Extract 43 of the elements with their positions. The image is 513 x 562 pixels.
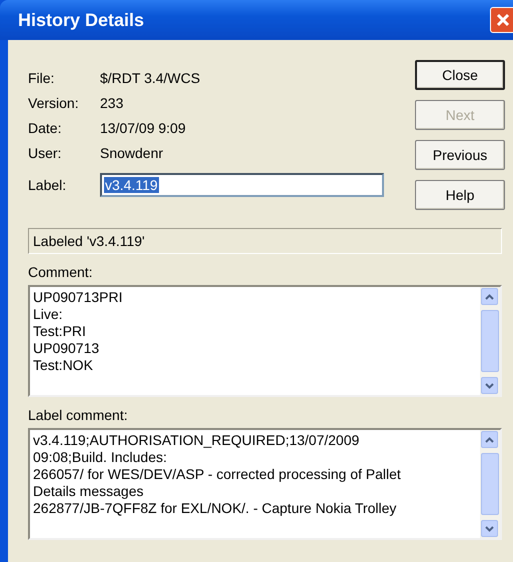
field-value: Snowdenr	[100, 145, 164, 161]
down-chevron-icon	[485, 526, 494, 532]
close-icon	[496, 13, 510, 27]
text-line: Test:NOK	[33, 357, 94, 374]
label-comment-box[interactable]: v3.4.119;AUTHORISATION_REQUIRED;13/07/2009 09:08;Build. Includes: 266057/ for WES/DEV/ASP - corrected processing of Pallet Details messages 262877/JB-7QFF8Z for EXL/NOK/. - Capture Nokia Trolley	[28, 428, 502, 540]
section-label: Label comment:	[28, 407, 129, 423]
up-chevron-icon	[485, 436, 494, 442]
down-chevron-icon	[485, 382, 494, 388]
up-chevron-icon	[485, 294, 494, 300]
field-label: User:	[28, 145, 62, 161]
text-line: 266057/ for WES/DEV/ASP - corrected processing of Pallet	[33, 466, 402, 483]
scroll-thumb[interactable]	[481, 453, 499, 515]
text-line: UP090713PRI	[33, 289, 124, 306]
dialog-button[interactable]: Help	[415, 180, 505, 210]
dialog-button[interactable]: Close	[415, 60, 505, 90]
scroll-down-button[interactable]	[481, 377, 498, 394]
field-value: 233	[100, 95, 124, 111]
field-value: 13/07/09 9:09	[100, 120, 186, 136]
scroll-up-button[interactable]	[481, 431, 498, 448]
scrollbar[interactable]	[480, 287, 500, 395]
window-title: History Details	[18, 10, 144, 30]
label-input[interactable]: v3.4.119	[100, 173, 384, 197]
field-label: Label:	[28, 177, 68, 193]
scroll-thumb[interactable]	[481, 310, 499, 372]
scrollbar[interactable]	[480, 430, 500, 538]
text-line: Test:PRI	[33, 323, 87, 340]
text-line: v3.4.119;AUTHORISATION_REQUIRED;13/07/2009	[33, 432, 360, 449]
text-line: 262877/JB-7QFF8Z for EXL/NOK/. - Capture Nokia Trolley	[33, 500, 398, 517]
text-line: Live:	[33, 306, 64, 323]
text-line: 09:08;Build. Includes:	[33, 449, 168, 466]
comment-box[interactable]: UP090713PRI Live: Test:PRI UP090713 Test:NOK	[28, 285, 502, 397]
field-label: Version:	[28, 95, 80, 111]
scroll-down-button[interactable]	[481, 520, 498, 537]
section-label: Comment:	[28, 264, 94, 280]
field-value: $/RDT 3.4/WCS	[100, 70, 200, 86]
text-line: Details messages	[33, 483, 144, 500]
text-line: UP090713	[33, 340, 100, 357]
scroll-up-button[interactable]	[481, 288, 498, 305]
status-text: Labeled 'v3.4.119'	[28, 228, 502, 254]
field-label: File:	[28, 70, 56, 86]
close-button[interactable]	[490, 7, 513, 33]
field-label: Date:	[28, 120, 62, 136]
dialog-button[interactable]: Previous	[415, 140, 505, 170]
